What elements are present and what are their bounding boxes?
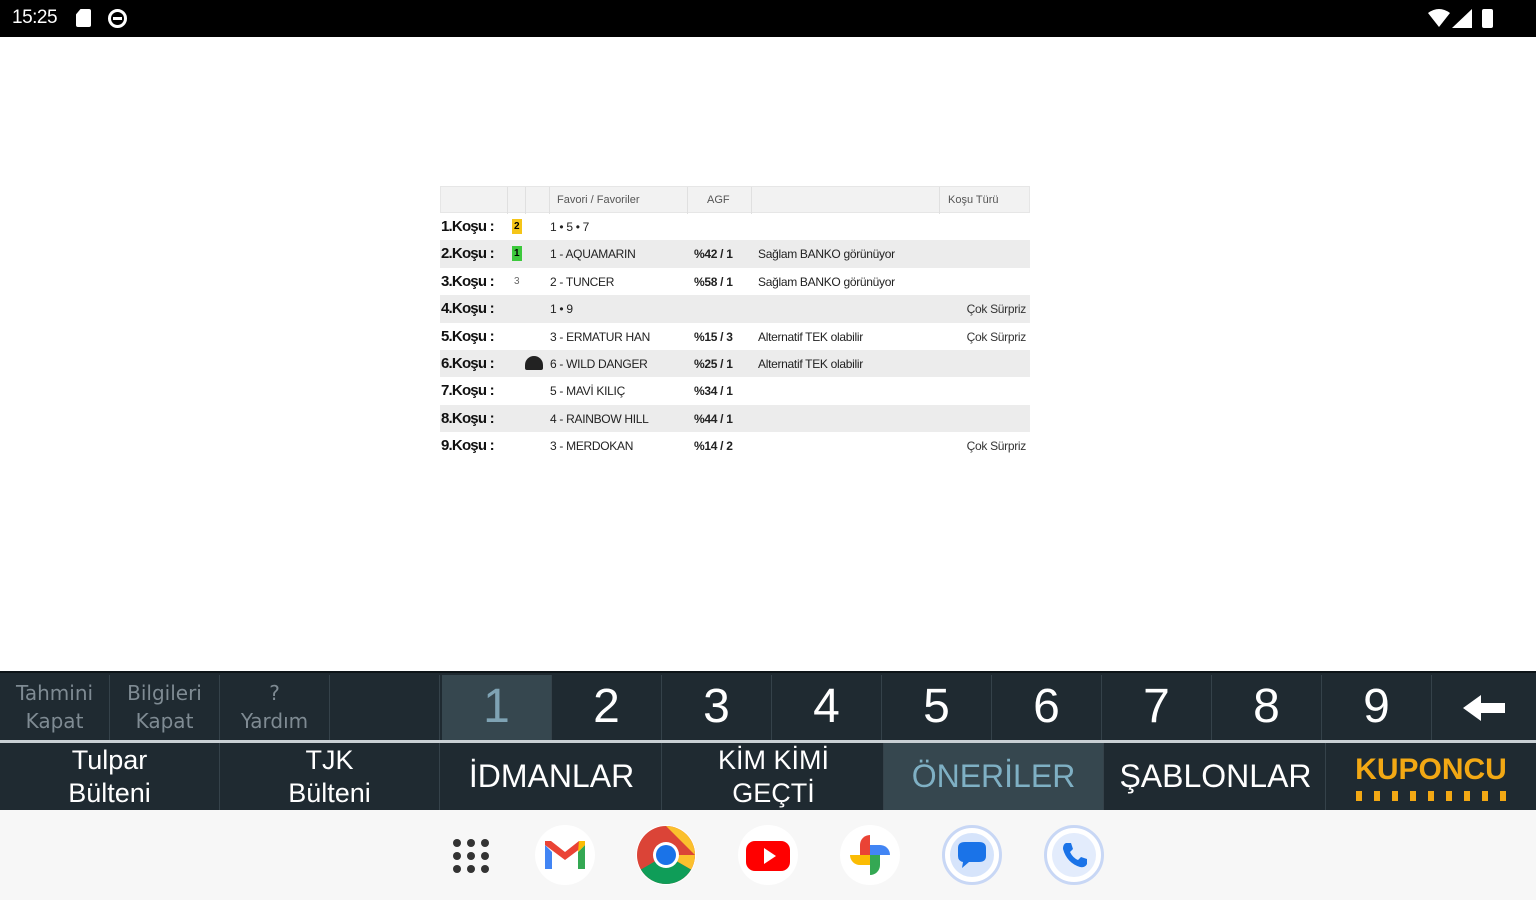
table-row[interactable]: 3.Koşu : 3 2 - TUNCER %58 / 1 Sağlam BANKO g… (440, 268, 1030, 295)
header-agf: AGF (707, 194, 730, 206)
app-drawer-icon[interactable] (441, 825, 501, 885)
table-header: Favori / Favoriler AGF Koşu Türü (440, 186, 1030, 214)
race-badge: 3 (514, 275, 520, 287)
kuponcu-dots (1356, 790, 1506, 801)
suggestions-button[interactable]: ÖNERİLER (884, 743, 1104, 810)
kuponcu-label: KUPONCU (1355, 752, 1507, 786)
status-bar: 15:25 (0, 0, 1536, 37)
signal-icon (1452, 9, 1472, 28)
battery-icon (1482, 9, 1493, 28)
photos-icon[interactable] (840, 825, 900, 885)
race-label: 6.Koşu : (441, 354, 495, 372)
status-time: 15:25 (12, 7, 58, 28)
header-favorites: Favori / Favoriler (557, 194, 640, 206)
agf-value: %34 / 1 (694, 384, 733, 399)
gmail-icon[interactable] (535, 825, 595, 885)
jockey-cap-icon (525, 355, 543, 370)
table-row[interactable]: 4.Koşu : 1 • 9 Çok Sürpriz (440, 295, 1030, 323)
agf-value: %15 / 3 (694, 329, 733, 344)
youtube-icon[interactable] (738, 825, 798, 885)
race-number-button-3[interactable]: 3 (662, 675, 772, 740)
templates-button[interactable]: ŞABLONLAR (1106, 743, 1326, 810)
agf-value: %42 / 1 (694, 247, 733, 262)
workouts-button[interactable]: İDMANLAR (442, 743, 662, 810)
chrome-icon[interactable] (636, 825, 696, 885)
favorite-pick: 3 - ERMATUR HAN (550, 329, 650, 344)
who-passed-whom-button[interactable]: KİM KİMİ GEÇTİ (664, 743, 884, 810)
tjk-bulletin-button[interactable]: TJK Bülteni (220, 743, 440, 810)
race-number-toolbar: Tahmini Kapat Bilgileri Kapat ? Yardım 1… (0, 671, 1536, 740)
race-number-button-7[interactable]: 7 (1102, 675, 1212, 740)
race-type: Çok Sürpriz (966, 329, 1027, 344)
race-label: 4.Koşu : (441, 300, 495, 318)
favorite-pick: 2 - TUNCER (550, 274, 615, 289)
kuponcu-button[interactable]: KUPONCU (1326, 743, 1536, 810)
prediction-comment: Sağlam BANKO görünüyor (758, 274, 895, 289)
prediction-comment: Alternatif TEK olabilir (758, 356, 863, 371)
do-not-disturb-icon (108, 9, 127, 28)
toolbar-spacer (330, 675, 440, 740)
agf-value: %58 / 1 (694, 274, 733, 289)
table-row[interactable]: 8.Koşu : 4 - RAINBOW HILL %44 / 1 (440, 404, 1030, 433)
hide-info-button[interactable]: Bilgileri Kapat (110, 675, 220, 740)
table-row[interactable]: 6.Koşu : 6 - WILD DANGER %25 / 1 Alternatif… (440, 349, 1030, 378)
race-number-button-2[interactable]: 2 (552, 675, 662, 740)
wifi-icon (1428, 9, 1450, 27)
table-row[interactable]: 2.Koşu : 1 1 - AQUAMARIN %42 / 1 Sağlam BANK… (440, 240, 1030, 268)
table-row[interactable]: 9.Koşu : 3 - MERDOKAN %14 / 2 Çok Sürpriz (440, 432, 1030, 459)
agf-value: %14 / 2 (694, 439, 733, 454)
race-label: 9.Koşu : (441, 437, 495, 455)
race-number-button-6[interactable]: 6 (992, 675, 1102, 740)
favorite-pick: 1 • 9 (550, 302, 573, 317)
help-button[interactable]: ? Yardım (220, 675, 330, 740)
messages-icon[interactable] (942, 825, 1002, 885)
agf-value: %44 / 1 (694, 411, 733, 426)
predictions-table: Favori / Favoriler AGF Koşu Türü 1.Koşu … (440, 186, 1030, 460)
race-label: 7.Koşu : (441, 382, 495, 400)
favorite-pick: 4 - RAINBOW HILL (550, 411, 649, 426)
race-badge: 2 (512, 219, 522, 234)
main-menu-bar: Tulpar Bülteni TJK Bülteni İDMANLAR KİM … (0, 743, 1536, 810)
race-number-button-5[interactable]: 5 (882, 675, 992, 740)
table-row[interactable]: 5.Koşu : 3 - ERMATUR HAN %15 / 3 Alternatif… (440, 323, 1030, 350)
race-type: Çok Sürpriz (966, 439, 1027, 454)
favorite-pick: 3 - MERDOKAN (550, 439, 634, 454)
phone-icon[interactable] (1044, 825, 1104, 885)
back-arrow-icon[interactable] (1434, 675, 1536, 740)
race-label: 5.Koşu : (441, 327, 495, 345)
favorite-pick: 1 • 5 • 7 (550, 220, 590, 234)
race-badge: 1 (512, 246, 522, 262)
hide-prediction-button[interactable]: Tahmini Kapat (0, 675, 110, 740)
table-row[interactable]: 1.Koşu : 2 1 • 5 • 7 (440, 213, 1030, 240)
race-number-button-1[interactable]: 1 (442, 675, 552, 740)
race-label: 2.Koşu : (441, 245, 495, 263)
favorite-pick: 5 - MAVİ KILIÇ (550, 384, 625, 399)
table-row[interactable]: 7.Koşu : 5 - MAVİ KILIÇ %34 / 1 (440, 377, 1030, 404)
tulpar-bulletin-button[interactable]: Tulpar Bülteni (0, 743, 220, 810)
favorite-pick: 6 - WILD DANGER (550, 356, 648, 371)
race-number-button-9[interactable]: 9 (1322, 675, 1432, 740)
prediction-comment: Sağlam BANKO görünüyor (758, 247, 895, 262)
race-number-button-4[interactable]: 4 (772, 675, 882, 740)
prediction-comment: Alternatif TEK olabilir (758, 329, 863, 344)
race-number-button-8[interactable]: 8 (1212, 675, 1322, 740)
race-label: 1.Koşu : (441, 218, 495, 235)
sd-card-icon (76, 9, 91, 27)
header-race-type: Koşu Türü (948, 194, 999, 206)
race-type: Çok Sürpriz (966, 302, 1027, 317)
race-label: 3.Koşu : (441, 272, 495, 290)
taskbar (0, 810, 1536, 900)
favorite-pick: 1 - AQUAMARIN (550, 247, 636, 262)
race-label: 8.Koşu : (441, 409, 495, 427)
agf-value: %25 / 1 (694, 356, 733, 371)
